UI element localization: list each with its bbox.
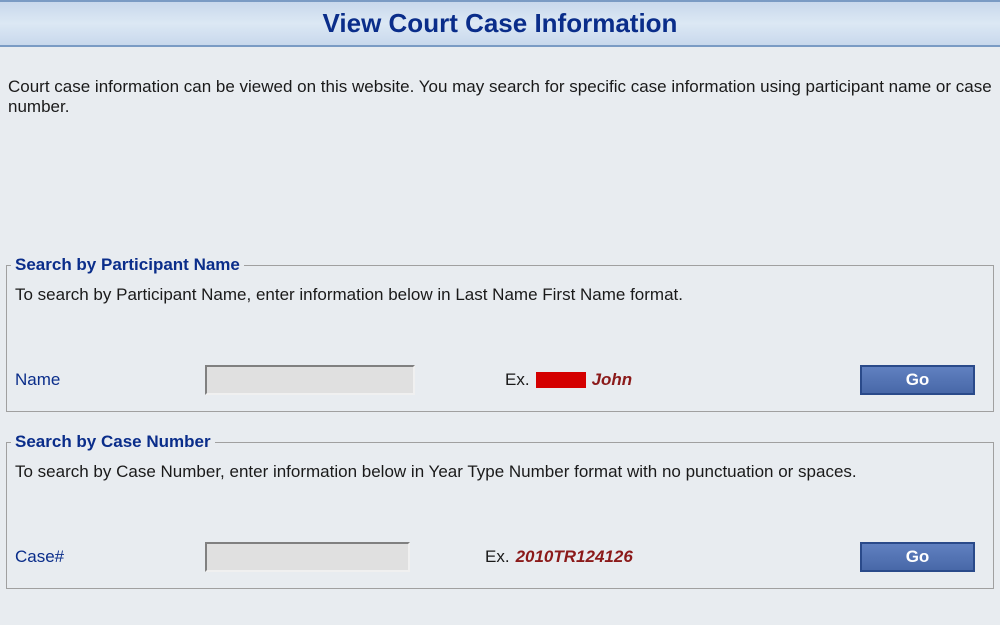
search-by-name-instruction: To search by Participant Name, enter inf… — [15, 285, 985, 305]
intro-text: Court case information can be viewed on … — [0, 47, 1000, 117]
case-label: Case# — [15, 547, 205, 567]
search-by-case-legend: Search by Case Number — [11, 432, 215, 452]
page-title: View Court Case Information — [0, 8, 1000, 39]
search-by-case-instruction: To search by Case Number, enter informat… — [15, 462, 985, 482]
name-example: Ex. John — [505, 370, 632, 390]
search-by-case-fieldset: Search by Case Number To search by Case … — [6, 432, 994, 589]
search-by-case-row: Case# Ex. 2010TR124126 Go — [15, 542, 985, 572]
case-input[interactable] — [205, 542, 410, 572]
case-example: Ex. 2010TR124126 — [485, 547, 633, 567]
search-by-name-fieldset: Search by Participant Name To search by … — [6, 255, 994, 412]
case-example-prefix: Ex. — [485, 547, 510, 567]
header-bar: View Court Case Information — [0, 0, 1000, 47]
name-label: Name — [15, 370, 205, 390]
name-go-button[interactable]: Go — [860, 365, 975, 395]
name-example-prefix: Ex. — [505, 370, 530, 390]
redacted-block — [536, 372, 586, 388]
name-input[interactable] — [205, 365, 415, 395]
case-go-button[interactable]: Go — [860, 542, 975, 572]
search-by-name-legend: Search by Participant Name — [11, 255, 244, 275]
name-example-text: John — [592, 370, 633, 390]
case-example-text: 2010TR124126 — [516, 547, 633, 567]
search-by-name-row: Name Ex. John Go — [15, 365, 985, 395]
spacer — [0, 117, 1000, 247]
